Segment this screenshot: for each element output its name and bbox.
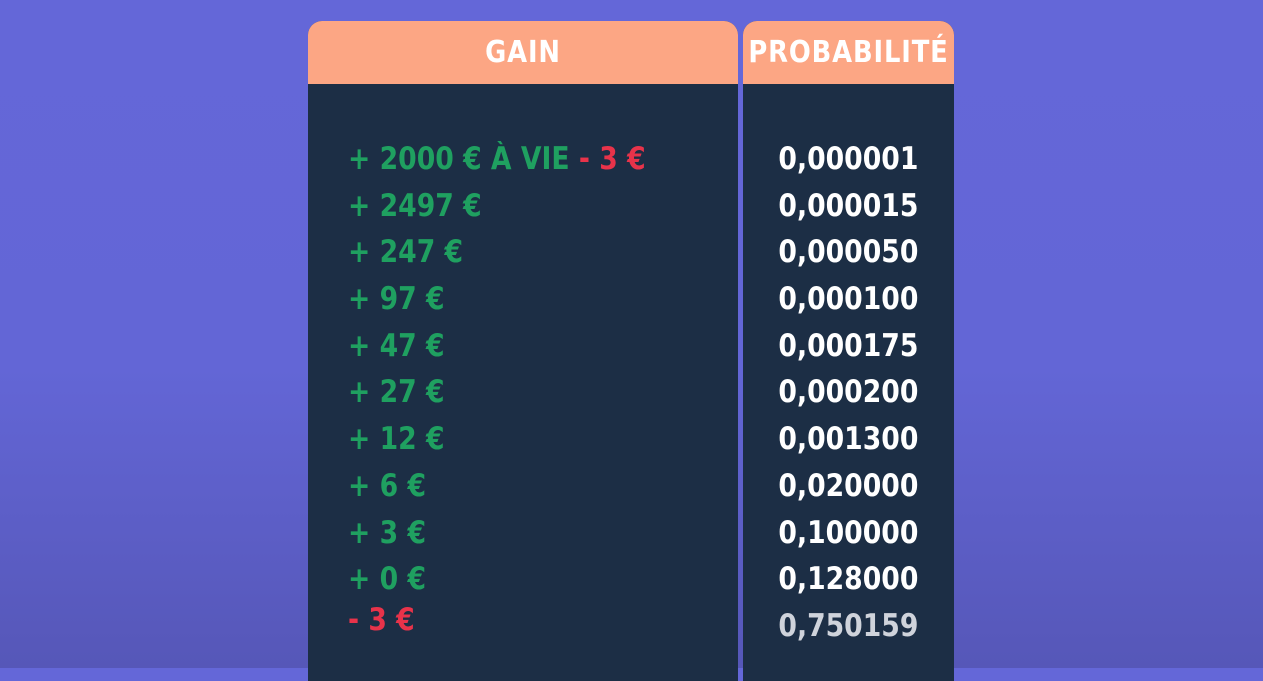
gain-value: + 97 € bbox=[348, 281, 445, 318]
probability-value: 0,128000 bbox=[778, 561, 919, 598]
gain-value: + 47 € bbox=[348, 327, 445, 364]
probability-value: 0,100000 bbox=[778, 514, 919, 551]
gain-row-3: + 247 € bbox=[308, 229, 738, 276]
gain-row-8: + 6 € bbox=[308, 463, 738, 510]
gain-row-2: + 2497 € bbox=[308, 183, 738, 230]
probability-column: PROBABILITÉ 0,000001 0,000015 0,000050 0… bbox=[743, 21, 954, 681]
gain-row-4: + 97 € bbox=[308, 276, 738, 323]
gain-value: + 2497 € bbox=[348, 187, 482, 224]
probability-value: 0,000050 bbox=[778, 234, 919, 271]
probability-value: 0,000200 bbox=[778, 374, 919, 411]
gain-row-11: - 3 € bbox=[308, 597, 738, 644]
gain-value: + 247 € bbox=[348, 234, 464, 271]
probability-value: 0,750159 bbox=[778, 607, 919, 644]
gain-row-10: + 0 € bbox=[308, 556, 738, 603]
gain-row-7: + 12 € bbox=[308, 416, 738, 463]
probability-row-2: 0,000015 bbox=[743, 183, 954, 230]
gain-rows: + 2000 € À VIE - 3 € + 2497 € + 247 € + … bbox=[308, 136, 738, 644]
gain-row-1: + 2000 € À VIE - 3 € bbox=[308, 136, 738, 183]
gain-header: GAIN bbox=[338, 21, 708, 84]
probability-row-5: 0,000175 bbox=[743, 323, 954, 370]
gain-value: + 27 € bbox=[348, 374, 445, 411]
probability-rows: 0,000001 0,000015 0,000050 0,000100 0,00… bbox=[743, 136, 954, 650]
gain-value: + 6 € bbox=[348, 467, 427, 504]
probability-value: 0,000100 bbox=[778, 281, 919, 318]
gain-row-5: + 47 € bbox=[308, 323, 738, 370]
probability-row-7: 0,001300 bbox=[743, 416, 954, 463]
probability-row-6: 0,000200 bbox=[743, 369, 954, 416]
gain-loss-value: - 3 € bbox=[348, 601, 415, 638]
probability-value: 0,000175 bbox=[778, 327, 919, 364]
gain-probability-table: GAIN + 2000 € À VIE - 3 € + 2497 € + 247… bbox=[308, 21, 954, 681]
gain-column: GAIN + 2000 € À VIE - 3 € + 2497 € + 247… bbox=[308, 21, 738, 681]
probability-row-9: 0,100000 bbox=[743, 510, 954, 557]
gain-value: + 2000 € À VIE bbox=[348, 141, 570, 177]
probability-row-4: 0,000100 bbox=[743, 276, 954, 323]
probability-value: 0,000015 bbox=[778, 187, 919, 224]
probability-row-8: 0,020000 bbox=[743, 463, 954, 510]
gain-row-9: + 3 € bbox=[308, 510, 738, 557]
gain-cost: - 3 € bbox=[578, 141, 646, 177]
probability-row-10: 0,128000 bbox=[743, 556, 954, 603]
gain-value: + 3 € bbox=[348, 514, 427, 551]
gain-value: + 0 € bbox=[348, 561, 427, 598]
probability-value: 0,001300 bbox=[778, 421, 919, 458]
probability-row-11: 0,750159 bbox=[743, 603, 954, 650]
probability-header: PROBABILITÉ bbox=[748, 21, 948, 84]
gain-value: + 12 € bbox=[348, 421, 445, 458]
gain-row-6: + 27 € bbox=[308, 369, 738, 416]
probability-value: 0,000001 bbox=[778, 141, 919, 177]
probability-row-3: 0,000050 bbox=[743, 229, 954, 276]
probability-row-1: 0,000001 bbox=[743, 136, 954, 183]
probability-value: 0,020000 bbox=[778, 467, 919, 504]
